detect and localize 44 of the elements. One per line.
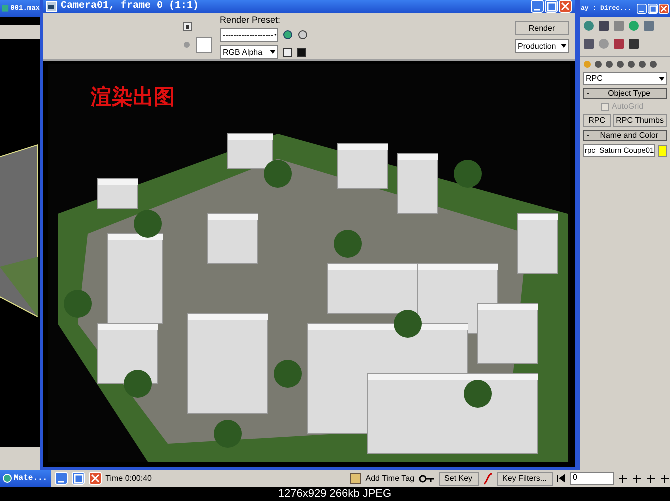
rollout-header[interactable]: - Name and Color bbox=[583, 130, 667, 141]
minimize-button[interactable] bbox=[54, 472, 68, 485]
category-dropdown[interactable]: RPC bbox=[583, 72, 667, 85]
minimize-button[interactable] bbox=[637, 4, 647, 14]
close-button[interactable] bbox=[659, 4, 669, 14]
color-swatch[interactable] bbox=[658, 144, 667, 156]
dropdown-arrow-icon bbox=[269, 48, 277, 56]
display-alpha-icon[interactable] bbox=[297, 48, 306, 56]
close-button[interactable] bbox=[88, 472, 102, 485]
app-icon bbox=[3, 474, 12, 483]
time-readout: Time 0:00:40 bbox=[106, 474, 152, 483]
dropdown-arrow-icon bbox=[560, 42, 568, 50]
autogrid-label: AutoGrid bbox=[612, 102, 644, 111]
object-type-button[interactable]: RPC Thumbs bbox=[613, 114, 667, 127]
key-icon[interactable] bbox=[418, 474, 435, 482]
dropdown-arrow-icon bbox=[274, 31, 277, 39]
channel-dropdown[interactable]: RGB Alpha bbox=[220, 45, 278, 59]
render-mode-dropdown[interactable]: Production bbox=[515, 39, 569, 53]
display-mono-icon[interactable] bbox=[283, 48, 292, 56]
render-preset-label: Render Preset: bbox=[220, 15, 282, 25]
render-preset-dropdown[interactable]: ------------------- bbox=[220, 28, 278, 42]
curve-icon bbox=[482, 472, 493, 484]
image-size-caption: 1276x929 266kb JPEG bbox=[277, 487, 393, 501]
close-button[interactable] bbox=[559, 0, 572, 13]
key-filters-button[interactable]: Key Filters... bbox=[496, 472, 553, 486]
taskbar-item[interactable]: Mate... bbox=[0, 470, 51, 487]
window-title: Camera01, frame 0 (1:1) bbox=[61, 1, 200, 12]
app-icon bbox=[2, 5, 9, 12]
maximize-button[interactable] bbox=[648, 4, 658, 14]
box-icon[interactable] bbox=[350, 472, 362, 484]
color-swatch-icon[interactable] bbox=[196, 36, 212, 52]
maximize-button[interactable] bbox=[545, 0, 558, 13]
maximize-button[interactable] bbox=[72, 472, 85, 485]
dot-icon bbox=[183, 40, 191, 48]
rollout-header[interactable]: - Object Type bbox=[583, 88, 667, 99]
skip-start-icon[interactable] bbox=[557, 474, 566, 483]
frame-field[interactable]: 0 bbox=[570, 472, 614, 485]
render-button[interactable]: Render bbox=[515, 21, 569, 35]
minimize-button[interactable] bbox=[531, 0, 544, 13]
add-time-tag-label[interactable]: Add Time Tag bbox=[366, 474, 415, 483]
annotation-text: 渲染出图 bbox=[91, 84, 175, 111]
dropdown-arrow-icon bbox=[658, 74, 666, 82]
set-key-button[interactable]: Set Key bbox=[438, 472, 479, 486]
object-type-button[interactable]: RPC bbox=[583, 114, 612, 127]
